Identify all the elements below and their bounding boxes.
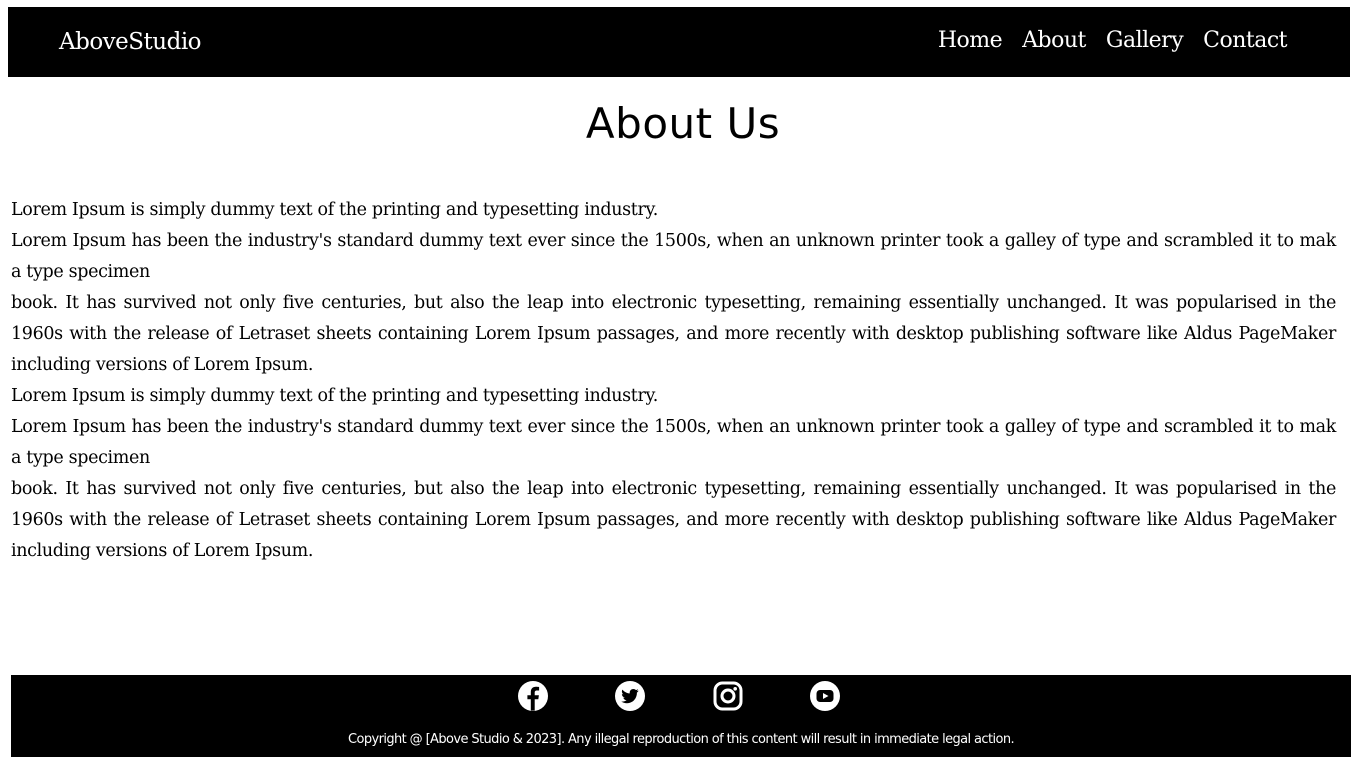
paragraph: Lorem Ipsum is simply dummy text of the … xyxy=(11,386,658,406)
paragraph: Lorem Ipsum has been the industry's stan… xyxy=(11,417,1336,468)
paragraph: Lorem Ipsum has been the industry's stan… xyxy=(11,231,1336,282)
nav-about-link[interactable]: About xyxy=(1022,28,1086,53)
facebook-icon[interactable] xyxy=(516,679,550,713)
nav-home-link[interactable]: Home xyxy=(938,28,1003,53)
social-links xyxy=(11,679,1351,715)
paragraph: Lorem Ipsum is simply dummy text of the … xyxy=(11,200,658,220)
instagram-icon[interactable] xyxy=(711,679,745,713)
brand-logo[interactable]: AboveStudio xyxy=(59,7,202,77)
nav-contact-link[interactable]: Contact xyxy=(1203,28,1287,53)
nav-gallery-link[interactable]: Gallery xyxy=(1106,28,1184,53)
about-content: Lorem Ipsum is simply dummy text of the … xyxy=(11,195,1336,567)
page-title: About Us xyxy=(585,99,781,148)
twitter-icon[interactable] xyxy=(613,679,647,713)
copyright-text: Copyright @ [Above Studio & 2023]. Any i… xyxy=(348,732,1015,747)
main-nav: Home About Gallery Contact xyxy=(938,7,1288,73)
paragraph: book. It has survived not only five cent… xyxy=(11,293,1336,375)
youtube-icon[interactable] xyxy=(808,679,842,713)
navbar: AboveStudio Home About Gallery Contact xyxy=(8,7,1350,77)
paragraph: book. It has survived not only five cent… xyxy=(11,479,1336,561)
footer: Copyright @ [Above Studio & 2023]. Any i… xyxy=(11,675,1351,757)
